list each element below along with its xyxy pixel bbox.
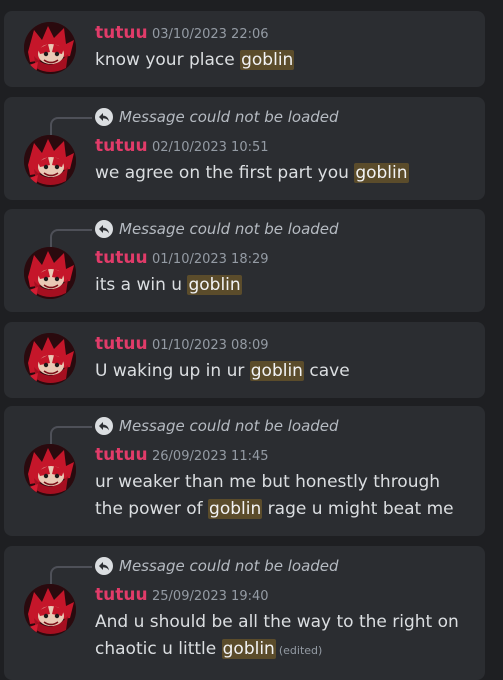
search-highlight: goblin [354, 163, 409, 183]
message-text: rage u might beat me [262, 499, 454, 519]
search-highlight: goblin [187, 275, 242, 295]
reply-spine [50, 117, 92, 135]
message-text: ur weaker than me but honestly through [95, 472, 441, 492]
search-result-card[interactable]: tutuu 03/10/2023 22:06 know your place gob… [4, 11, 485, 87]
search-result-card[interactable]: tutuu 01/10/2023 08:09 U waking up in ur g… [4, 322, 485, 398]
reply-text: Message could not be loaded [119, 108, 339, 126]
search-highlight: goblin [208, 499, 263, 519]
message-timestamp: 03/10/2023 22:06 [152, 27, 269, 42]
message-timestamp: 25/09/2023 19:40 [152, 589, 269, 604]
user-avatar[interactable] [24, 333, 76, 385]
message-timestamp: 01/10/2023 18:29 [152, 252, 269, 267]
reply-reference[interactable]: Message could not be loaded [95, 556, 339, 576]
reply-spine [50, 229, 92, 247]
message-content: we agree on the first part you goblin [95, 160, 475, 187]
message-line: U waking up in ur goblin cave [95, 358, 475, 385]
message-timestamp: 01/10/2023 08:09 [152, 338, 269, 353]
user-avatar[interactable] [24, 135, 76, 187]
message-line: chaotic u little goblin (edited) [95, 636, 475, 664]
message-content: its a win u goblin [95, 272, 475, 299]
search-highlight: goblin [249, 361, 304, 381]
reply-arrow-icon [95, 557, 113, 575]
message-content: U waking up in ur goblin cave [95, 358, 475, 385]
search-result-card[interactable]: Message could not be loaded tutuu 25/09/2… [4, 546, 485, 680]
user-avatar[interactable] [24, 247, 76, 299]
reply-reference[interactable]: Message could not be loaded [95, 416, 339, 436]
edited-label: (edited) [278, 644, 323, 657]
message-line: ur weaker than me but honestly through [95, 469, 475, 496]
reply-reference[interactable]: Message could not be loaded [95, 219, 339, 239]
search-result-card[interactable]: Message could not be loaded tutuu 01/10/2… [4, 209, 485, 312]
reply-spine [50, 566, 92, 584]
reply-spine [50, 426, 92, 444]
reply-arrow-icon [95, 417, 113, 435]
message-text: the power of [95, 499, 209, 519]
message-line: its a win u goblin [95, 272, 475, 299]
message-line: we agree on the first part you goblin [95, 160, 475, 187]
reply-text: Message could not be loaded [119, 417, 339, 435]
username[interactable]: tutuu [95, 334, 148, 354]
message-content: And u should be all the way to the right… [95, 609, 475, 664]
user-avatar[interactable] [24, 22, 76, 74]
reply-arrow-icon [95, 108, 113, 126]
message-content: ur weaker than me but honestly through th… [95, 469, 475, 523]
username[interactable]: tutuu [95, 445, 148, 465]
user-avatar[interactable] [24, 584, 76, 636]
search-result-card[interactable]: Message could not be loaded tutuu 02/10/2… [4, 97, 485, 200]
search-result-card[interactable]: Message could not be loaded tutuu 26/09/2… [4, 406, 485, 536]
search-results-list: tutuu 03/10/2023 22:06 know your place gob… [0, 0, 503, 680]
user-avatar[interactable] [24, 444, 76, 496]
message-content: know your place goblin [95, 47, 475, 74]
message-text: its a win u [95, 275, 188, 295]
message-timestamp: 02/10/2023 10:51 [152, 140, 269, 155]
message-text: know your place [95, 50, 241, 70]
reply-text: Message could not be loaded [119, 220, 339, 238]
message-text: chaotic u little [95, 639, 222, 659]
message-text: And u should be all the way to the right… [95, 612, 459, 632]
username[interactable]: tutuu [95, 585, 148, 605]
reply-reference[interactable]: Message could not be loaded [95, 107, 339, 127]
username[interactable]: tutuu [95, 248, 148, 268]
reply-text: Message could not be loaded [119, 557, 339, 575]
message-line: know your place goblin [95, 47, 475, 74]
message-text: cave [303, 361, 350, 381]
message-line: And u should be all the way to the right… [95, 609, 475, 636]
search-highlight: goblin [240, 50, 295, 70]
search-highlight: goblin [221, 639, 276, 659]
message-text: U waking up in ur [95, 361, 250, 381]
message-line: the power of goblin rage u might beat me [95, 496, 475, 523]
message-text: we agree on the first part you [95, 163, 355, 183]
message-timestamp: 26/09/2023 11:45 [152, 449, 269, 464]
reply-arrow-icon [95, 220, 113, 238]
username[interactable]: tutuu [95, 23, 148, 43]
username[interactable]: tutuu [95, 136, 148, 156]
